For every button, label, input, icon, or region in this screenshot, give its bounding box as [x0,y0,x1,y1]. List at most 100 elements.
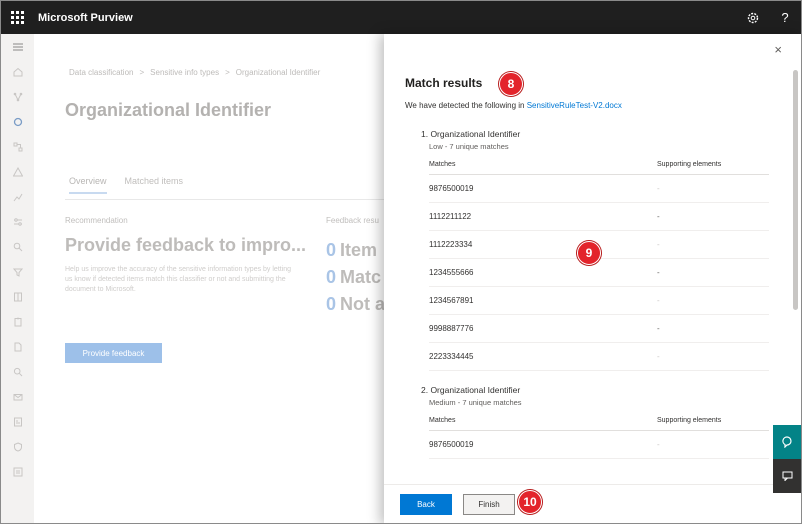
table-header: Matches Supporting elements [429,411,769,431]
document-icon[interactable] [1,334,34,359]
feedback-text: Item [340,240,378,260]
callout-marker: 9 [577,241,601,265]
alert-icon[interactable] [1,159,34,184]
group-subtitle: Medium - 7 unique matches [429,398,522,407]
callout-marker: 8 [499,72,523,96]
chart-icon[interactable] [1,184,34,209]
column-header-matches: Matches [429,161,456,168]
panel-footer: Back Finish [384,484,801,523]
tab-matched-items[interactable]: Matched items [125,176,184,194]
feedback-count: 0 [326,240,337,260]
match-value: 9998887776 [429,324,474,333]
supporting-value: - [657,212,660,221]
match-value: 1234555666 [429,268,474,277]
group-subtitle: Low - 7 unique matches [429,142,509,151]
feedback-count: 0 [326,294,337,314]
page-title: Organizational Identifier [65,100,272,120]
table-header: Matches Supporting elements [429,155,769,175]
match-results-panel: × Match results We have detected the fol… [384,34,801,523]
data-classification-icon[interactable] [1,109,34,134]
top-bar: Microsoft Purview ? [1,1,801,34]
file-link[interactable]: SensitiveRuleTest-V2.docx [527,101,622,110]
list-icon[interactable] [1,459,34,484]
scrollbar-thumb[interactable] [793,70,798,310]
policy-icon[interactable] [1,434,34,459]
network-icon[interactable] [1,84,34,109]
breadcrumb-item[interactable]: Data classification [69,68,133,77]
feedback-text: Matc [340,267,382,287]
feedback-row: 0 Item [326,240,377,261]
table-row: 1234567891 - [429,287,769,315]
clipboard-icon[interactable] [1,309,34,334]
detected-prefix: We have detected the following in [405,101,527,110]
supporting-value: - [657,240,660,249]
home-icon[interactable] [1,59,34,84]
table-row: 1234555666 - [429,259,769,287]
settings-lines-icon[interactable] [1,209,34,234]
provide-feedback-button[interactable]: Provide feedback [65,343,162,363]
match-value: 2223334445 [429,352,474,361]
supporting-value: - [657,268,660,277]
filter-icon[interactable] [1,259,34,284]
help-bubble-icon [782,436,792,448]
column-header-supporting: Supporting elements [657,161,722,168]
report-icon[interactable] [1,409,34,434]
feedback-row: 0 Matc [326,267,381,288]
table-row: 9998887776 - [429,315,769,343]
breadcrumb: Data classification > Sensitive info typ… [69,68,320,77]
detected-text: We have detected the following in Sensit… [405,101,622,110]
tab-bar: Overview Matched items [69,176,183,194]
help-button[interactable]: ? [769,1,801,34]
supporting-value: - [657,440,660,449]
supporting-value: - [657,352,660,361]
breadcrumb-separator: > [225,68,230,77]
group-title: 1. Organizational Identifier [421,129,521,139]
group-title: 2. Organizational Identifier [421,385,521,395]
search-icon[interactable] [1,359,34,384]
table-row: 9876500019 - [429,175,769,203]
supporting-value: - [657,296,660,305]
match-value: 9876500019 [429,184,474,193]
recommendation-label: Recommendation [65,216,128,225]
mail-icon[interactable] [1,384,34,409]
match-value: 1112211122 [429,212,472,221]
hamburger-icon[interactable] [1,34,34,59]
feedback-chat-button[interactable] [773,459,801,493]
breadcrumb-item[interactable]: Sensitive info types [150,68,219,77]
back-button[interactable]: Back [400,494,452,515]
table-row: 2223334445 - [429,343,769,371]
supporting-value: - [657,184,660,193]
flow-icon[interactable] [1,134,34,159]
table-row: 9876500019 - [429,431,769,459]
tab-divider [324,199,384,200]
match-value: 1234567891 [429,296,474,305]
feedback-count: 0 [326,267,337,287]
app-title[interactable]: Microsoft Purview [38,12,133,24]
app-window: Microsoft Purview ? Data classification … [0,0,802,524]
left-navigation [1,34,34,523]
supporting-value: - [657,324,660,333]
panel-title: Match results [405,76,483,90]
tab-divider [65,199,329,200]
breadcrumb-separator: > [139,68,145,77]
table-row: 1112211122 - [429,203,769,231]
guided-help-button[interactable] [773,425,801,459]
column-header-supporting: Supporting elements [657,417,722,424]
match-value: 9876500019 [429,440,474,449]
search-tag-icon[interactable] [1,234,34,259]
chat-icon [782,471,792,481]
callout-marker: 10 [518,490,542,514]
close-icon[interactable]: × [774,42,782,57]
tab-overview[interactable]: Overview [69,176,107,194]
app-launcher-button[interactable] [1,1,34,34]
match-value: 1112223334 [429,240,473,249]
finish-button[interactable]: Finish [463,494,515,515]
feedback-label: Feedback resu [326,216,379,225]
recommendation-body: Help us improve the accuracy of the sens… [65,266,292,293]
breadcrumb-item: Organizational Identifier [235,68,321,77]
column-header-matches: Matches [429,417,456,424]
feedback-text: Not a [340,294,386,314]
book-icon[interactable] [1,284,34,309]
results-list: 1. Organizational Identifier Low - 7 uni… [421,127,769,459]
settings-button[interactable] [737,1,769,34]
